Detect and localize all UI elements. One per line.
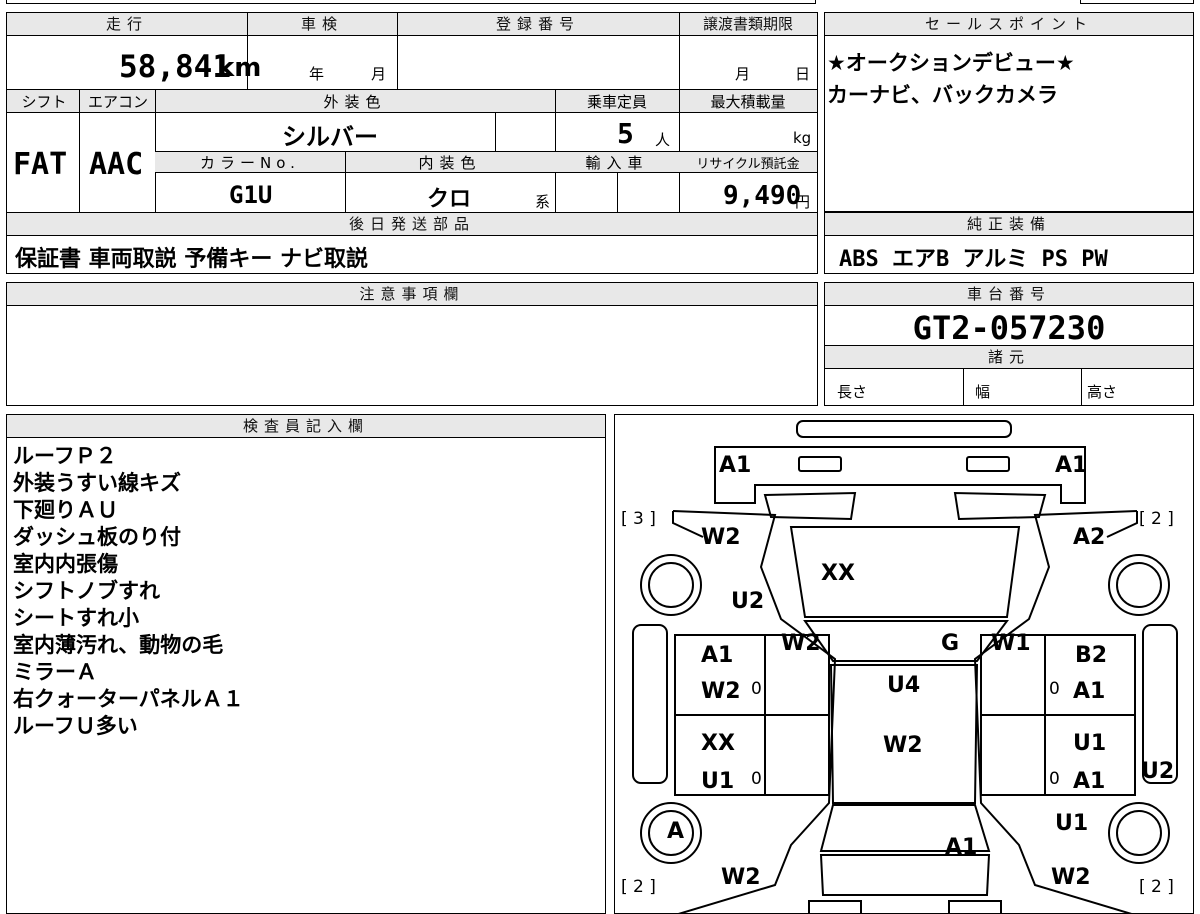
bracket-front-left: [ 3 ] bbox=[621, 509, 656, 529]
import-label: 輸入車 bbox=[585, 154, 649, 172]
inspector-line: 外装うすい線キズ bbox=[13, 471, 181, 495]
mileage-label: 走行 bbox=[7, 13, 247, 36]
mark-right-rear-door-u: U1 bbox=[1073, 731, 1107, 756]
mark-rear-left-w: W2 bbox=[721, 865, 761, 890]
aircon-label: エアコン bbox=[87, 93, 148, 111]
maxload-unit: kg bbox=[793, 129, 812, 147]
chassis-label: 車台番号 bbox=[825, 283, 1193, 306]
chassis-value: GT2-057230 bbox=[912, 309, 1106, 347]
notes-panel: 注意事項欄 bbox=[6, 282, 818, 406]
shift-value: FAT bbox=[13, 147, 68, 182]
mark-fl-fender-u: U2 bbox=[731, 589, 765, 614]
mark-roof-rear: W2 bbox=[883, 733, 923, 758]
inspector-line: ルーフＵ多い bbox=[13, 714, 138, 738]
shaken-year: 年 bbox=[309, 65, 325, 83]
mark-zero-3: 0 bbox=[751, 769, 762, 789]
equipment-value: ABS エアB アルミ PS PW bbox=[839, 247, 1108, 272]
mark-a-pillar-right: W1 bbox=[991, 631, 1031, 656]
bracket-front-right: [ 2 ] bbox=[1139, 509, 1174, 529]
mark-fl-fender-w: W2 bbox=[701, 525, 741, 550]
mark-right-rear-door-a: A1 bbox=[1073, 769, 1106, 794]
registration-label: 登録番号 bbox=[397, 13, 679, 36]
inspector-panel: 検査員記入欄 ルーフＰ２ 外装うすい線キズ 下廻りＡＵ ダッシュ板のり付 室内内… bbox=[6, 414, 606, 914]
notes-label: 注意事項欄 bbox=[7, 283, 817, 306]
later-parts-label: 後日発送部品 bbox=[7, 213, 817, 236]
maxload-label: 最大積載量 bbox=[710, 93, 786, 111]
width-label: 幅 bbox=[975, 383, 991, 401]
mark-right-front-door-b: B2 bbox=[1075, 643, 1108, 668]
shaken-label: 車検 bbox=[247, 13, 397, 36]
damage-diagram: A1 A1 [ 3 ] [ 2 ] W2 A2 XX U2 W2 G W1 A1… bbox=[614, 414, 1194, 914]
inspector-line: シフトノブすれ bbox=[13, 579, 160, 603]
mark-left-rear-door-x: XX bbox=[701, 731, 735, 756]
interior-value: クロ bbox=[427, 187, 472, 212]
recycle-value: 9,490 bbox=[723, 181, 802, 211]
mark-right-side-step: U2 bbox=[1141, 759, 1175, 784]
capacity-value: 5 bbox=[617, 117, 634, 150]
exterior-label: 外装色 bbox=[323, 93, 387, 111]
mark-right-rear-quarter: U1 bbox=[1055, 811, 1089, 836]
later-parts-value: 保証書 車両取説 予備キー ナビ取説 bbox=[15, 247, 368, 272]
selling-points-label: セールスポイント bbox=[825, 13, 1193, 36]
bracket-rear-left: [ 2 ] bbox=[621, 877, 656, 897]
vehicle-info-table: 走行 車検 登録番号 譲渡書類期限 58,841 km 年 月 月 日 シフト … bbox=[6, 12, 818, 274]
inspector-line: ダッシュ板のり付 bbox=[13, 525, 181, 549]
mark-a-pillar-left: W2 bbox=[781, 631, 821, 656]
mileage-unit: km bbox=[217, 53, 262, 83]
mark-left-front-door-a: A1 bbox=[701, 643, 734, 668]
mark-left-rear-door-u: U1 bbox=[701, 769, 735, 794]
transfer-day: 日 bbox=[795, 65, 811, 83]
inspector-label: 検査員記入欄 bbox=[7, 415, 605, 438]
mark-zero-2: 0 bbox=[1049, 679, 1060, 699]
mark-roof: U4 bbox=[887, 673, 921, 698]
recycle-unit: 円 bbox=[795, 193, 811, 211]
capacity-label: 乗車定員 bbox=[586, 93, 647, 111]
mark-left-front-door-w: W2 bbox=[701, 679, 741, 704]
mark-left-rear-wheel: A bbox=[667, 819, 685, 844]
exterior-value: シルバー bbox=[282, 123, 378, 151]
recycle-label: リサイクル預託金 bbox=[696, 157, 800, 172]
height-label: 高さ bbox=[1087, 383, 1118, 401]
mark-hood: XX bbox=[821, 561, 855, 586]
capacity-unit: 人 bbox=[655, 131, 671, 149]
inspector-line: 右クォーターパネルＡ１ bbox=[13, 687, 244, 711]
mark-rear-right-w: W2 bbox=[1051, 865, 1091, 890]
inspector-line: シートすれ小 bbox=[13, 606, 139, 630]
interior-label: 内装色 bbox=[418, 154, 482, 172]
interior-suffix: 系 bbox=[535, 193, 551, 211]
equipment-label: 純正装備 bbox=[825, 213, 1193, 236]
inspector-lines: ルーフＰ２ 外装うすい線キズ 下廻りＡＵ ダッシュ板のり付 室内内張傷 シフトノ… bbox=[13, 443, 244, 740]
length-label: 長さ bbox=[837, 383, 868, 401]
mark-zero-1: 0 bbox=[751, 679, 762, 699]
colorno-label: カラーNo. bbox=[200, 154, 300, 172]
dimensions-label: 諸元 bbox=[825, 345, 1193, 369]
shaken-month: 月 bbox=[371, 65, 387, 83]
inspector-line: 室内内張傷 bbox=[13, 552, 118, 576]
colorno-value: G1U bbox=[229, 181, 273, 209]
mark-zero-4: 0 bbox=[1049, 769, 1060, 789]
selling-points-panel: セールスポイント ★オークションデビュー★ カーナビ、バックカメラ bbox=[824, 12, 1194, 212]
bracket-rear-right: [ 2 ] bbox=[1139, 877, 1174, 897]
mark-trunk: A1 bbox=[945, 835, 978, 860]
mark-front-left: A1 bbox=[719, 453, 752, 478]
equipment-panel: 純正装備 ABS エアB アルミ PS PW bbox=[824, 212, 1194, 274]
inspector-line: 下廻りＡＵ bbox=[13, 498, 118, 522]
aircon-value: AAC bbox=[89, 147, 144, 182]
mark-right-front-door-a: A1 bbox=[1073, 679, 1106, 704]
selling-point-line-1: ★オークションデビュー★ bbox=[827, 51, 1075, 75]
mileage-value: 58,841 bbox=[119, 49, 231, 85]
mark-fr-fender-a: A2 bbox=[1073, 525, 1106, 550]
inspector-line: 室内薄汚れ、動物の毛 bbox=[13, 633, 224, 657]
top-strip bbox=[0, 0, 1200, 6]
transfer-month: 月 bbox=[735, 65, 751, 83]
transfer-label: 譲渡書類期限 bbox=[679, 13, 817, 36]
shift-label: シフト bbox=[21, 93, 67, 111]
mark-windshield: G bbox=[941, 631, 960, 656]
selling-point-line-2: カーナビ、バックカメラ bbox=[827, 83, 1058, 107]
inspector-line: ミラーＡ bbox=[13, 660, 97, 684]
inspector-line: ルーフＰ２ bbox=[13, 444, 117, 468]
mark-front-right: A1 bbox=[1055, 453, 1088, 478]
chassis-panel: 車台番号 GT2-057230 諸元 長さ 幅 高さ bbox=[824, 282, 1194, 406]
